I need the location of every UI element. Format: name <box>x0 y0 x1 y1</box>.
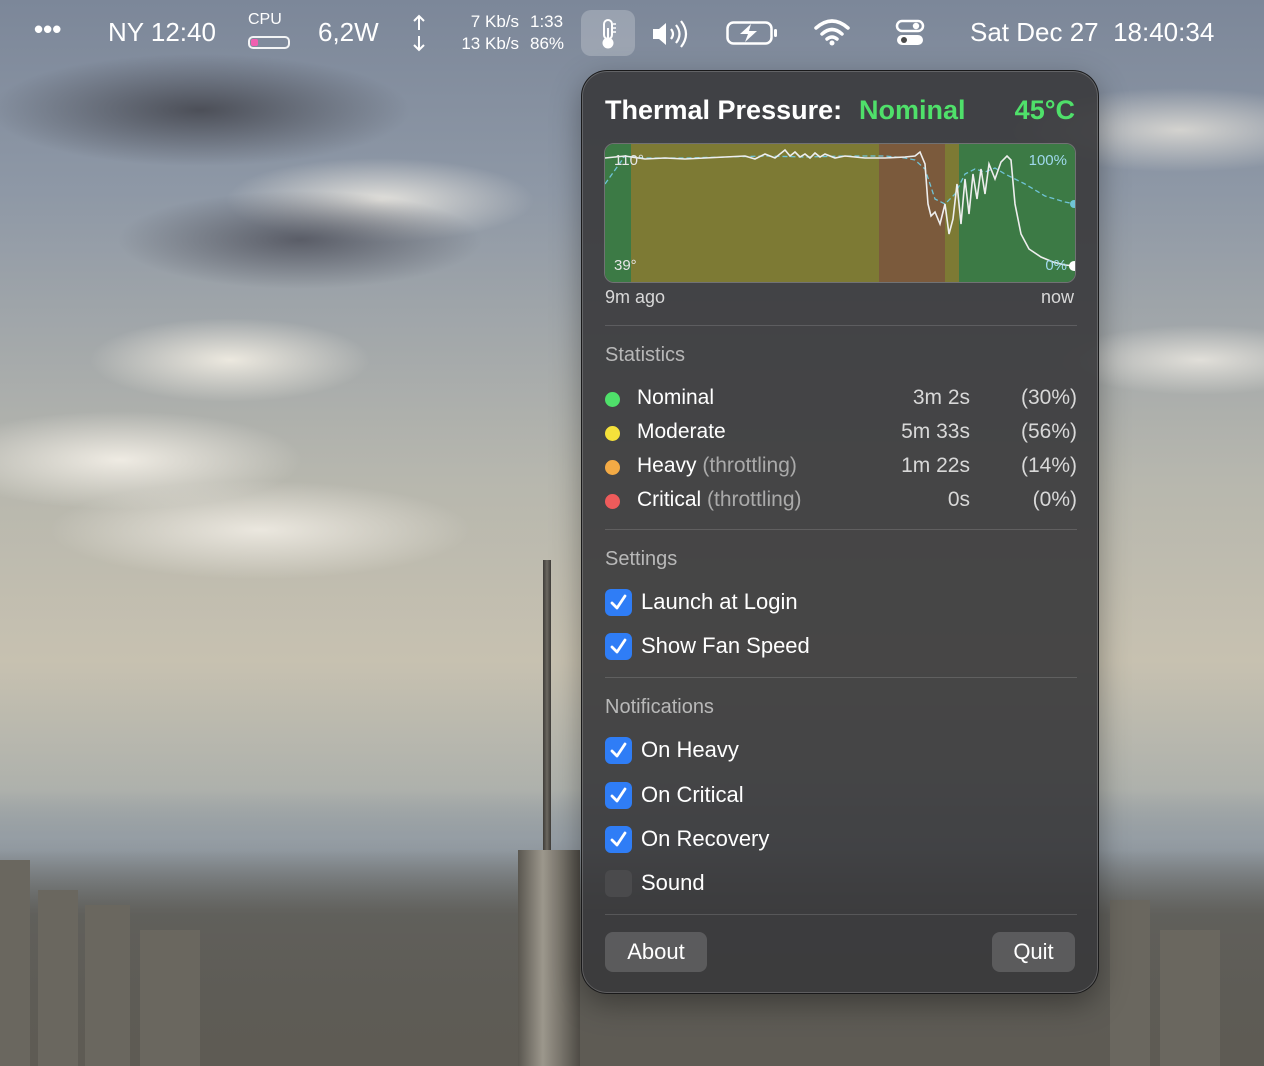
checkbox-label: On Critical <box>641 782 744 807</box>
divider <box>605 325 1077 326</box>
chart-min-fan-label: 0% <box>1045 257 1067 274</box>
net-upload[interactable]: 7 Kb/s <box>463 12 519 32</box>
stat-qualifier: (throttling) <box>701 488 802 511</box>
stat-row-heavy: Heavy (throttling) 1m 22s (14%) <box>605 452 1077 482</box>
control-center-icon[interactable] <box>895 18 925 53</box>
checkbox-unchecked-icon[interactable] <box>605 870 632 897</box>
checkbox-checked-icon[interactable] <box>605 589 632 616</box>
thermometer-button[interactable] <box>581 10 635 56</box>
checkbox-checked-icon[interactable] <box>605 782 632 809</box>
ny-clock[interactable]: NY 12:40 <box>108 17 216 48</box>
thermometer-icon <box>602 19 616 49</box>
stat-name: Critical <box>637 488 702 511</box>
stat-percent: (0%) <box>1032 488 1077 511</box>
chart-end-label: now <box>1040 287 1074 307</box>
checkbox-checked-icon[interactable] <box>605 633 632 660</box>
divider <box>605 529 1077 530</box>
stat-duration: 0s <box>947 488 970 511</box>
wallpaper-building <box>0 860 30 1066</box>
checkbox-label: On Heavy <box>641 737 739 762</box>
thermal-status: Nominal <box>859 95 966 125</box>
battery-percent[interactable]: 86% <box>530 34 564 54</box>
chart-band-moderate <box>945 144 959 282</box>
thermal-pressure-title: Thermal Pressure: <box>605 95 843 125</box>
wallpaper-building <box>85 905 130 1066</box>
menu-bar: ••• NY 12:40 CPU 6,2W 7 Kb/s 13 Kb/s 1:3… <box>0 0 1264 64</box>
chart-max-temp-label: 110° <box>614 152 644 169</box>
chart-max-fan-label: 100% <box>1029 152 1067 169</box>
heavy-dot <box>605 460 620 475</box>
stat-row-moderate: Moderate 5m 33s (56%) <box>605 418 1077 448</box>
checkbox-label: Show Fan Speed <box>641 633 810 658</box>
stat-percent: (30%) <box>1020 386 1077 409</box>
empire-state-spire <box>543 560 551 860</box>
chart-min-temp-label: 39° <box>614 257 637 274</box>
chart-band-moderate <box>631 144 879 282</box>
cpu-load-fill <box>251 39 258 46</box>
wallpaper-building <box>1160 930 1220 1066</box>
checkbox-label: On Recovery <box>641 826 770 851</box>
stat-name: Nominal <box>637 386 715 409</box>
wallpaper-building <box>38 890 78 1066</box>
more-icon[interactable]: ••• <box>34 14 61 45</box>
wifi-icon[interactable] <box>814 18 850 51</box>
net-download[interactable]: 13 Kb/s <box>452 34 519 54</box>
thermal-popup: Thermal Pressure: Nominal 45°C 110° 39° … <box>581 70 1099 994</box>
temperature-readout: 45°C <box>1014 95 1075 125</box>
checkbox-checked-icon[interactable] <box>605 737 632 764</box>
moderate-dot <box>605 426 620 441</box>
battery-charging-icon[interactable] <box>726 20 778 51</box>
battery-time[interactable]: 1:33 <box>530 12 563 32</box>
thermal-history-chart: 110° 39° 100% 0% <box>604 143 1076 283</box>
settings-heading: Settings <box>605 548 678 570</box>
stat-row-critical: Critical (throttling) 0s (0%) <box>605 486 1077 516</box>
updown-arrows-icon <box>411 14 427 57</box>
stat-row-nominal: Nominal 3m 2s (30%) <box>605 384 1077 414</box>
quit-button[interactable]: Quit <box>992 932 1075 972</box>
stat-name: Heavy <box>637 454 697 477</box>
stat-name: Moderate <box>637 420 726 443</box>
stat-percent: (14%) <box>1020 454 1077 477</box>
power-readout[interactable]: 6,2W <box>318 17 379 48</box>
stat-qualifier: (throttling) <box>696 454 797 477</box>
stat-percent: (56%) <box>1020 420 1077 443</box>
critical-dot <box>605 494 620 509</box>
stat-duration: 1m 22s <box>901 454 970 477</box>
date-time[interactable]: Sat Dec 27 18:40:34 <box>970 17 1214 48</box>
checkbox-checked-icon[interactable] <box>605 826 632 853</box>
statistics-heading: Statistics <box>605 344 686 366</box>
checkbox-label: Sound <box>641 870 705 895</box>
speaker-icon[interactable] <box>651 20 691 53</box>
divider <box>605 677 1077 678</box>
stat-duration: 5m 33s <box>901 420 970 443</box>
wallpaper-building <box>140 930 200 1066</box>
divider <box>605 914 1077 915</box>
checkbox-label: Launch at Login <box>641 589 798 614</box>
stat-duration: 3m 2s <box>912 386 970 409</box>
about-button[interactable]: About <box>605 932 707 972</box>
chart-start-label: 9m ago <box>605 287 666 307</box>
wallpaper-building <box>1110 900 1150 1066</box>
notifications-heading: Notifications <box>605 696 714 718</box>
cpu-label[interactable]: CPU <box>248 11 282 29</box>
empire-state-building <box>518 850 580 1066</box>
nominal-dot <box>605 392 620 407</box>
cpu-load-bar[interactable] <box>248 36 290 49</box>
thermal-chart-svg: 110° 39° 100% 0% <box>605 144 1075 282</box>
